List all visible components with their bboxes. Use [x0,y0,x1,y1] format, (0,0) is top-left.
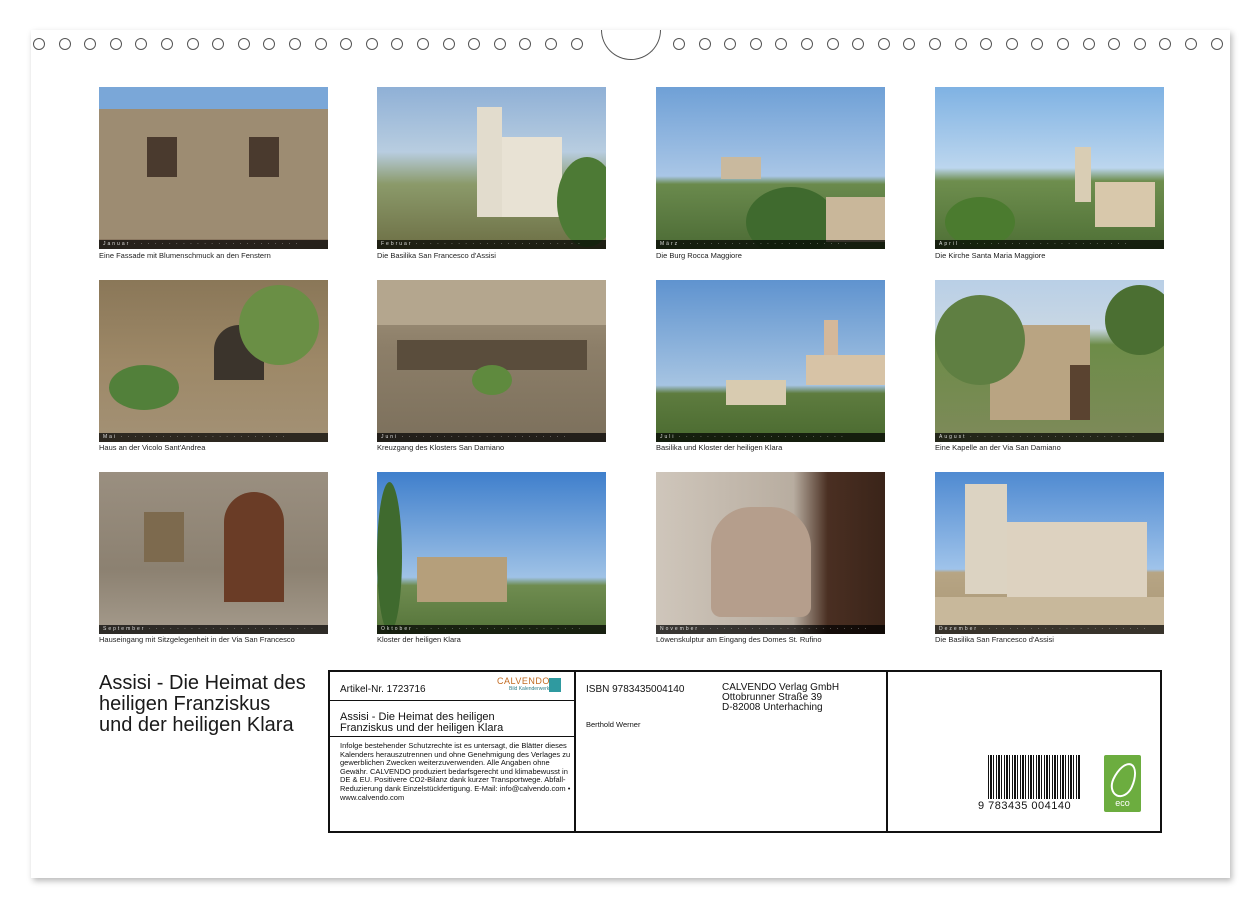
binding-ring [852,38,865,50]
isbn: ISBN 9783435004140 [586,684,685,695]
photo-caption: Die Basilika San Francesco d'Assisi [935,635,1054,644]
binding-ring [673,38,685,50]
photo-caption: Haus an der Vicolo Sant'Andrea [99,443,206,452]
binding-ring [877,38,890,50]
month-strip: März · · · · · · · · · · · · · · · · · ·… [656,240,885,249]
binding-ring [493,38,506,50]
binding-ring [980,38,993,50]
binding-ring [1005,38,1018,50]
binding-ring [340,38,353,50]
binding-ring [33,38,45,50]
leaf-icon [1106,759,1142,801]
binding-ring [314,38,327,50]
calendar-title: Assisi - Die Heimat des heiligen Franzis… [99,672,306,736]
binding-ring [826,38,839,50]
binding-ring [186,38,199,50]
binding-ring [1031,38,1044,50]
photo-caption: Basilika und Kloster der heiligen Klara [656,443,783,452]
photo-january: Januar · · · · · · · · · · · · · · · · ·… [99,87,328,249]
binding-ring [212,38,225,50]
binding-ring [570,38,583,50]
eco-label: eco [1115,798,1130,808]
month-strip: September · · · · · · · · · · · · · · · … [99,625,328,634]
photo-caption: Hauseingang mit Sitzgelegenheit in der V… [99,635,295,644]
month-strip: Juli · · · · · · · · · · · · · · · · · ·… [656,433,885,442]
binding-ring [801,38,813,50]
month-strip: April · · · · · · · · · · · · · · · · · … [935,240,1164,249]
photo-july: Juli · · · · · · · · · · · · · · · · · ·… [656,280,885,442]
photo-february: Februar · · · · · · · · · · · · · · · · … [377,87,606,249]
binding-ring [929,38,941,50]
binding-ring [135,38,148,50]
publisher-city: D-82008 Unterhaching [722,702,823,713]
photo-caption: Die Kirche Santa Maria Maggiore [935,251,1046,260]
photo-may: Mai · · · · · · · · · · · · · · · · · · … [99,280,328,442]
binding-ring [289,38,301,50]
binding-ring [391,38,404,50]
binding-ring [468,38,481,50]
binding-ring [1210,38,1223,50]
binding-ring [58,38,71,50]
photo-caption: Eine Kapelle an der Via San Damiano [935,443,1061,452]
month-strip: Mai · · · · · · · · · · · · · · · · · · … [99,433,328,442]
binding-ring [442,38,455,50]
binding-ring [109,38,122,50]
binding-ring [365,38,378,50]
photo-november: November · · · · · · · · · · · · · · · ·… [656,472,885,634]
photo-april: April · · · · · · · · · · · · · · · · · … [935,87,1164,249]
photo-caption: Löwenskulptur am Eingang des Domes St. R… [656,635,822,644]
binding-ring [749,38,762,50]
month-strip: Januar · · · · · · · · · · · · · · · · ·… [99,240,328,249]
month-strip: August · · · · · · · · · · · · · · · · ·… [935,433,1164,442]
binding-ring [519,38,532,50]
binding-ring [775,38,788,50]
binding-ring [1159,38,1172,50]
binding-ring [698,38,711,50]
photo-december: Dezember · · · · · · · · · · · · · · · ·… [935,472,1164,634]
eco-badge: eco [1104,755,1142,812]
month-strip: Oktober · · · · · · · · · · · · · · · · … [377,625,606,634]
month-strip: Juni · · · · · · · · · · · · · · · · · ·… [377,433,606,442]
binding-ring [545,38,557,50]
legal-notice: Infolge bestehender Schutzrechte ist es … [340,741,571,802]
photo-caption: Die Burg Rocca Maggiore [656,251,742,260]
binding-ring [903,38,916,50]
month-strip: November · · · · · · · · · · · · · · · ·… [656,625,885,634]
binding-ring [1057,38,1069,50]
binding-ring [1082,38,1095,50]
photo-caption: Eine Fassade mit Blumenschmuck an den Fe… [99,251,271,260]
binding-ring [417,38,429,50]
binding-ring [1185,38,1197,50]
month-strip: Dezember · · · · · · · · · · · · · · · ·… [935,625,1164,634]
binding-ring [161,38,173,50]
photo-october: Oktober · · · · · · · · · · · · · · · · … [377,472,606,634]
barcode-digits: 9 783435 004140 [978,800,1072,812]
binding-ring [954,38,967,50]
binding-ring [1133,38,1146,50]
author: Berthold Werner [586,720,641,729]
photo-caption: Kreuzgang des Klosters San Damiano [377,443,505,452]
photo-september: September · · · · · · · · · · · · · · · … [99,472,328,634]
article-number: Artikel-Nr. 1723716 [340,684,426,695]
binding-ring [237,38,250,50]
binding-ring [84,38,97,50]
binding-ring [263,38,276,50]
photo-caption: Die Basilika San Francesco d'Assisi [377,251,496,260]
photo-june: Juni · · · · · · · · · · · · · · · · · ·… [377,280,606,442]
binding-ring [1108,38,1121,50]
product-title: Assisi - Die Heimat des heiligen Franzis… [340,711,504,734]
photo-caption: Kloster der heiligen Klara [377,635,461,644]
photo-march: März · · · · · · · · · · · · · · · · · ·… [656,87,885,249]
barcode [988,755,1080,799]
calvendo-logo: CALVENDO Bild Kalenderwerk [497,676,565,696]
binding-ring [724,38,737,50]
photo-august: August · · · · · · · · · · · · · · · · ·… [935,280,1164,442]
month-strip: Februar · · · · · · · · · · · · · · · · … [377,240,606,249]
